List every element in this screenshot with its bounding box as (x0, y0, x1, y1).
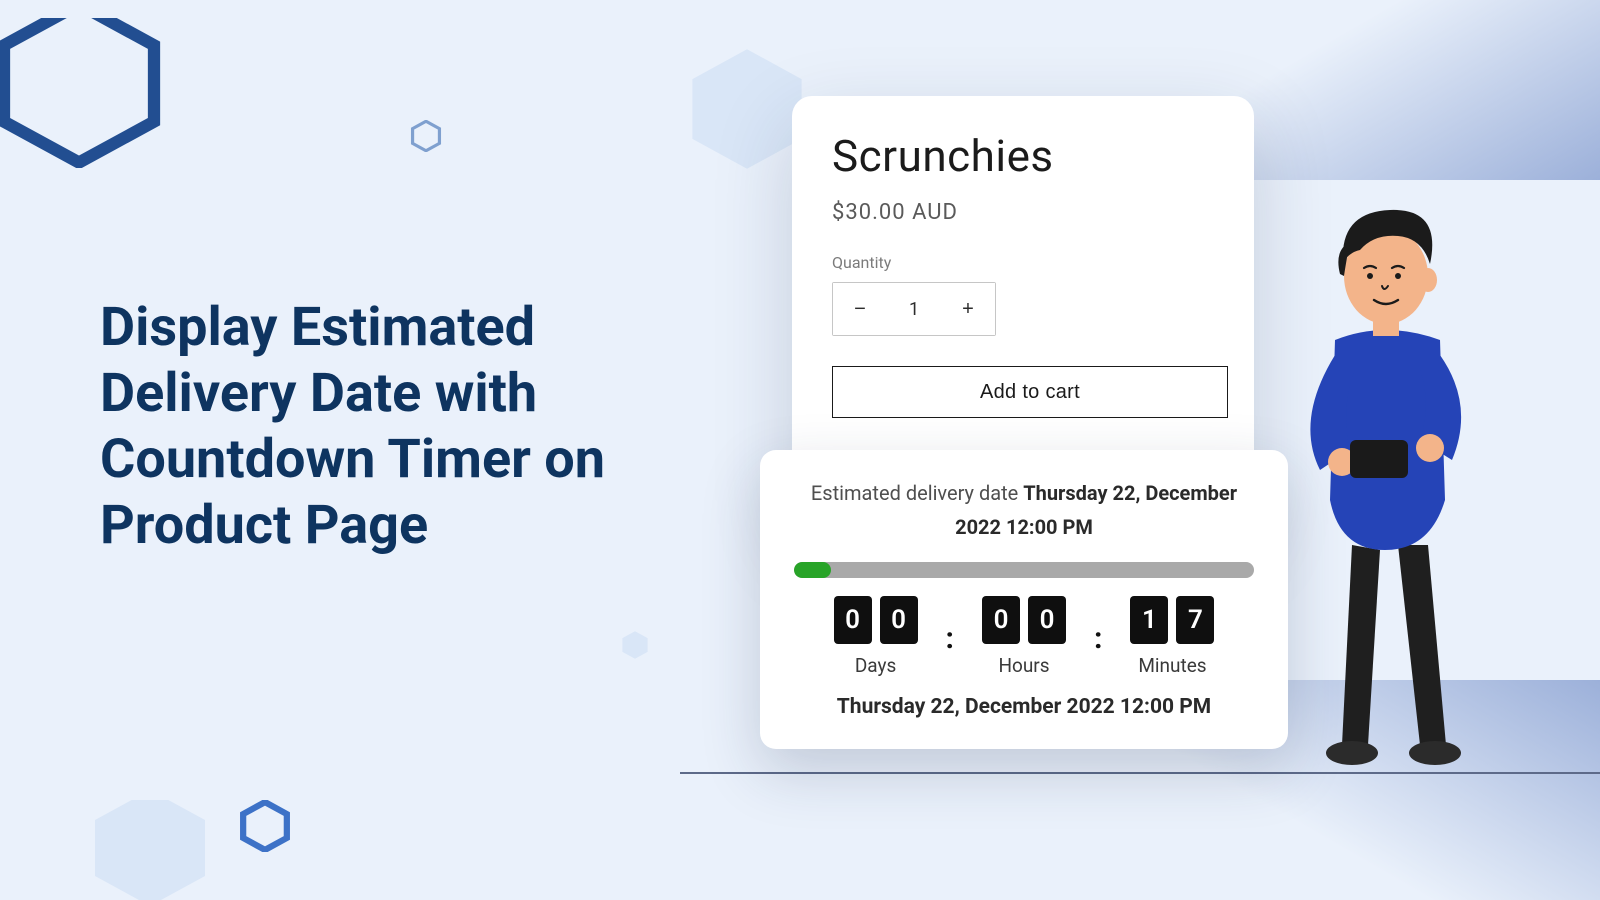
hexagon-icon (90, 800, 210, 900)
product-title: Scrunchies (832, 130, 1214, 182)
person-illustration (1280, 190, 1490, 775)
hexagon-icon (239, 800, 291, 852)
estimated-prefix: Estimated delivery date (811, 481, 1023, 505)
quantity-stepper[interactable]: − 1 + (832, 282, 996, 336)
countdown-hours-d1: 0 (982, 596, 1020, 644)
countdown-minutes-d1: 1 (1130, 596, 1168, 644)
final-delivery-date: Thursday 22, December 2022 12:00 PM (794, 695, 1254, 719)
countdown-separator: : (1094, 617, 1102, 656)
hexagon-icon (0, 18, 164, 168)
countdown-days-d1: 0 (834, 596, 872, 644)
delivery-progress-bar (794, 562, 1254, 578)
delivery-card: Estimated delivery date Thursday 22, Dec… (760, 450, 1288, 749)
estimated-delivery-text: Estimated delivery date Thursday 22, Dec… (794, 476, 1254, 544)
product-price: $30.00 AUD (832, 200, 1214, 225)
countdown-days-group: 0 0 Days (834, 596, 918, 677)
countdown-timer: 0 0 Days : 0 0 Hours : 1 7 Minutes (794, 596, 1254, 677)
delivery-progress-fill (794, 562, 831, 578)
hexagon-icon (620, 630, 650, 660)
countdown-minutes-group: 1 7 Minutes (1130, 596, 1214, 677)
quantity-increment-button[interactable]: + (941, 283, 995, 335)
countdown-hours-label: Hours (998, 654, 1049, 677)
headline: Display Estimated Delivery Date with Cou… (100, 295, 680, 559)
quantity-value: 1 (887, 283, 941, 335)
countdown-hours-d2: 0 (1028, 596, 1066, 644)
quantity-decrement-button[interactable]: − (833, 283, 887, 335)
add-to-cart-button[interactable]: Add to cart (832, 366, 1228, 418)
countdown-days-label: Days (855, 654, 896, 677)
quantity-label: Quantity (832, 253, 1214, 272)
countdown-minutes-d2: 7 (1176, 596, 1214, 644)
countdown-hours-group: 0 0 Hours (982, 596, 1066, 677)
countdown-separator: : (946, 617, 954, 656)
hexagon-icon (410, 120, 442, 152)
countdown-minutes-label: Minutes (1138, 654, 1206, 677)
countdown-days-d2: 0 (880, 596, 918, 644)
